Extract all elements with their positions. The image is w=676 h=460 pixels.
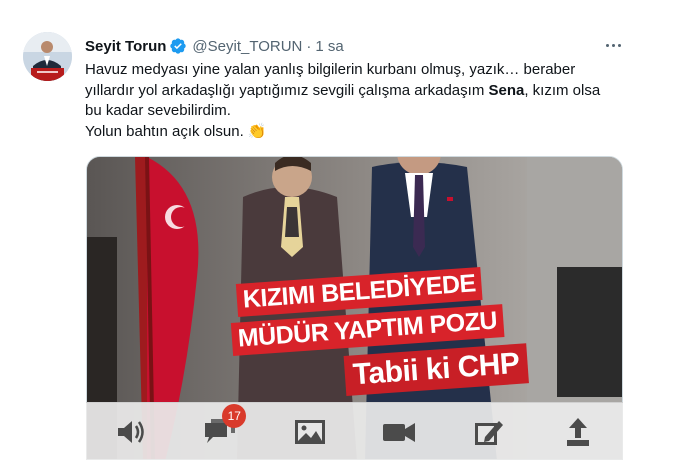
tweet-text-segment: Yolun bahtın açık olsun.	[85, 122, 244, 140]
tweet-text-line: bu kadar sevebilirdim.	[85, 102, 231, 119]
comments-button[interactable]: 17	[200, 403, 247, 452]
share-icon	[567, 417, 590, 446]
tweet-text-segment: , kızım olsa	[524, 81, 601, 99]
speaker-button[interactable]	[111, 412, 151, 452]
video-button[interactable]	[379, 412, 419, 452]
edit-button[interactable]	[469, 412, 509, 452]
separator-dot: ·	[306, 37, 312, 55]
comment-count-badge: 17	[222, 403, 247, 428]
edit-icon	[474, 420, 503, 445]
tweet-text-line: yıllardır yol arkadaşlığı yaptığımız sev…	[85, 81, 625, 102]
more-options-icon[interactable]	[604, 36, 622, 54]
tweet-text-line: Havuz medyası yine yalan yanlış bilgiler…	[85, 61, 576, 78]
user-handle[interactable]: @Seyit_TORUN	[192, 38, 302, 55]
avatar[interactable]	[23, 32, 72, 81]
tweet-text-line: Yolun bahtın açık olsun. 👏	[85, 122, 625, 143]
profile-photo	[23, 32, 72, 81]
tweet-text-segment: yıllardır yol arkadaşlığı yaptığımız sev…	[85, 81, 489, 99]
media-toolbar: 17	[86, 402, 623, 460]
image-button[interactable]	[290, 412, 330, 452]
mention-name: Sena	[488, 81, 525, 99]
verified-badge-icon	[169, 37, 187, 55]
tweet: Seyit Torun @Seyit_TORUN · 1 sa Havuz me…	[0, 0, 676, 460]
image-icon	[294, 419, 325, 444]
video-camera-icon	[383, 422, 416, 442]
display-name[interactable]: Seyit Torun	[85, 38, 166, 55]
clapping-hands-icon: 👏	[247, 122, 267, 140]
timestamp[interactable]: 1 sa	[315, 38, 343, 55]
share-button[interactable]	[558, 412, 598, 452]
speaker-icon	[117, 420, 144, 443]
tweet-header: Seyit Torun @Seyit_TORUN · 1 sa	[85, 36, 344, 56]
tweet-text: Havuz medyası yine yalan yanlış bilgiler…	[85, 60, 625, 142]
